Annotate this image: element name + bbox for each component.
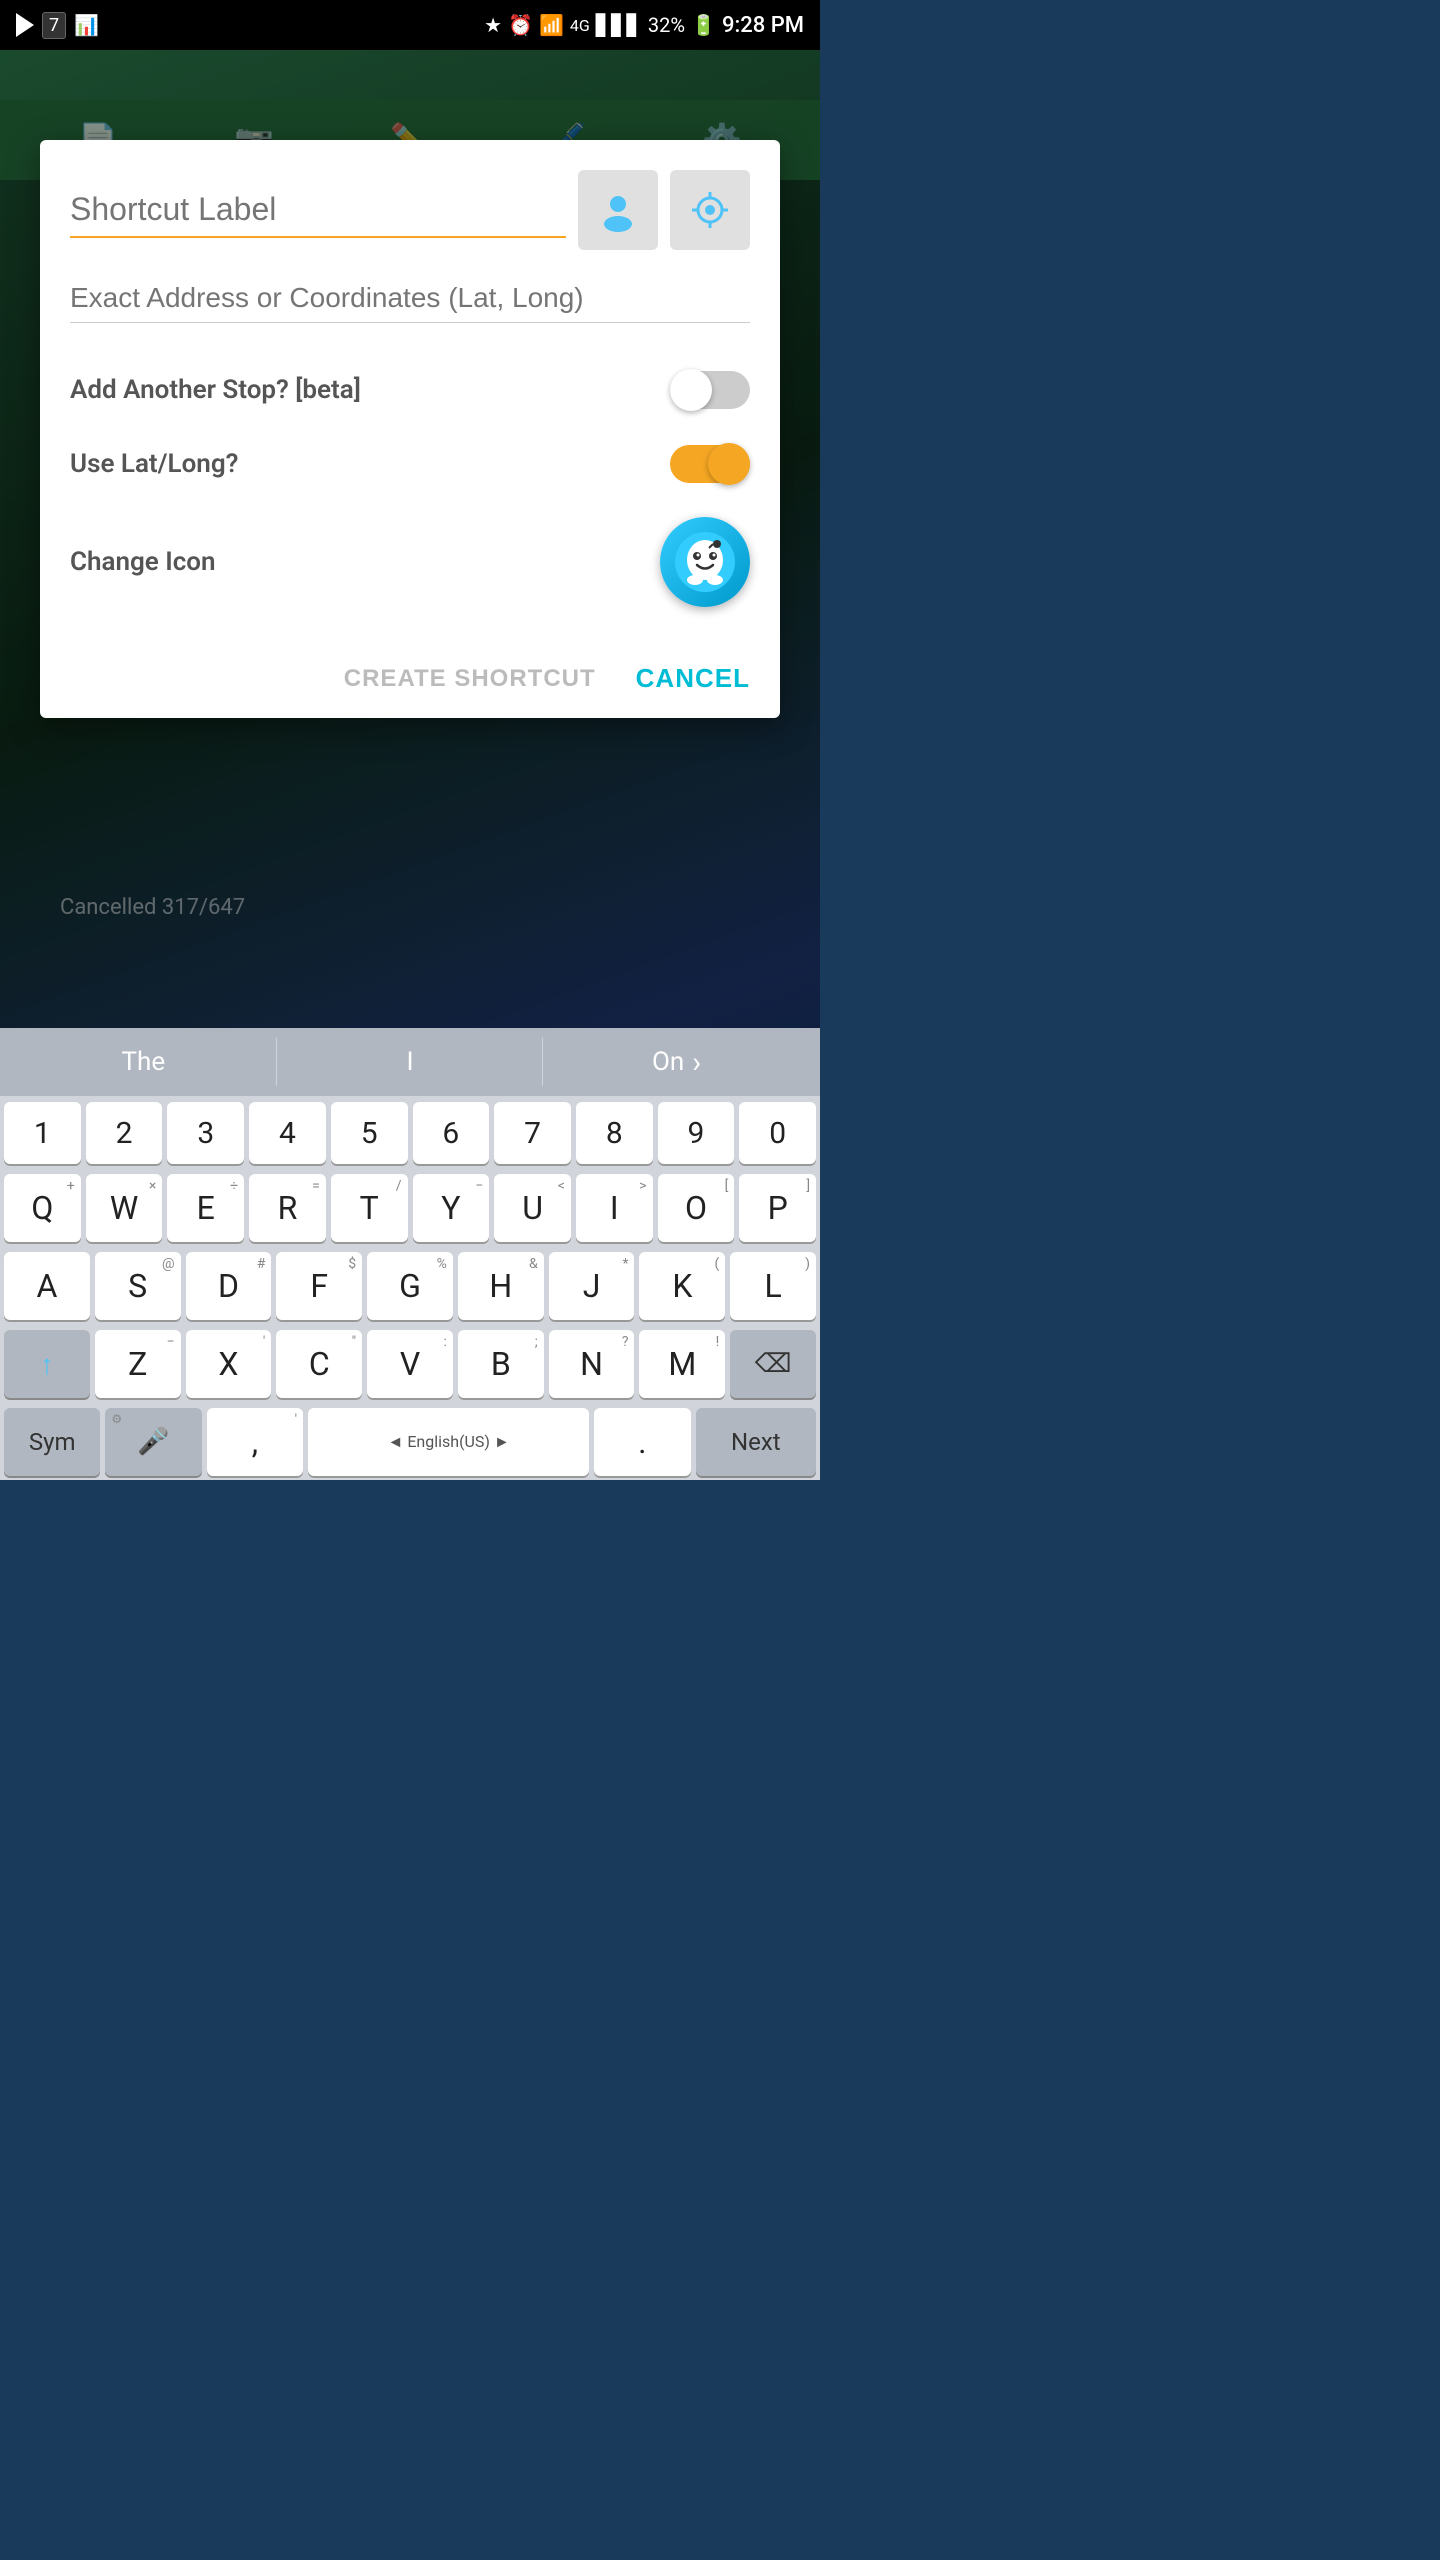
key-o[interactable]: [O <box>658 1174 735 1242</box>
bluetooth-icon: ★ <box>484 13 502 37</box>
play-icon <box>16 13 34 37</box>
number-row: 1 2 3 4 5 6 7 8 9 0 <box>0 1096 820 1168</box>
key-8[interactable]: 8 <box>576 1102 653 1164</box>
key-w[interactable]: ×W <box>86 1174 163 1242</box>
shift-key[interactable]: ↑ <box>4 1330 90 1398</box>
wifi-icon: 📶 <box>539 13 564 37</box>
suggestion-the[interactable]: The <box>10 1028 277 1096</box>
signal-icon: 📊 <box>74 13 99 37</box>
battery-level: 32% <box>648 13 685 37</box>
key-a[interactable]: A <box>4 1252 90 1320</box>
key-0[interactable]: 0 <box>739 1102 816 1164</box>
status-bar: 7 📊 ★ ⏰ 📶 4G ▋▋▋ 32% 🔋 9:28 PM <box>0 0 820 50</box>
asdf-row: A @S #D $F %G &H *J (K )L <box>0 1246 820 1324</box>
key-y[interactable]: −Y <box>413 1174 490 1242</box>
location-icon <box>688 188 732 232</box>
shortcut-label-container <box>70 183 566 238</box>
suggestion-chevron-icon: › <box>692 1045 701 1080</box>
key-m[interactable]: !M <box>639 1330 725 1398</box>
key-t[interactable]: /T <box>331 1174 408 1242</box>
sym-key[interactable]: Sym <box>4 1408 100 1476</box>
location-picker-button[interactable] <box>670 170 750 250</box>
status-left: 7 📊 <box>16 12 99 39</box>
badge-number: 7 <box>42 12 66 39</box>
key-h[interactable]: &H <box>458 1252 544 1320</box>
add-another-stop-toggle[interactable] <box>670 369 750 411</box>
waze-icon-button[interactable] <box>660 517 750 607</box>
backspace-key[interactable]: ⌫ <box>730 1330 816 1398</box>
zxcv-row: ↑ −Z 'X "C :V ;B ?N !M ⌫ <box>0 1324 820 1402</box>
use-lat-long-label: Use Lat/Long? <box>70 449 238 479</box>
key-i[interactable]: >I <box>576 1174 653 1242</box>
network-icon: 4G <box>570 16 590 35</box>
add-another-stop-row: Add Another Stop? [beta] <box>70 353 750 427</box>
key-p[interactable]: ]P <box>739 1174 816 1242</box>
key-1[interactable]: 1 <box>4 1102 81 1164</box>
waze-logo-icon <box>673 530 737 594</box>
key-v[interactable]: :V <box>367 1330 453 1398</box>
key-4[interactable]: 4 <box>249 1102 326 1164</box>
key-n[interactable]: ?N <box>549 1330 635 1398</box>
suggestion-i[interactable]: I <box>277 1028 544 1096</box>
key-e[interactable]: ÷E <box>167 1174 244 1242</box>
key-d[interactable]: #D <box>186 1252 272 1320</box>
use-lat-long-row: Use Lat/Long? <box>70 427 750 501</box>
alarm-icon: ⏰ <box>508 13 533 37</box>
status-right: ★ ⏰ 📶 4G ▋▋▋ 32% 🔋 9:28 PM <box>484 13 804 38</box>
key-u[interactable]: <U <box>494 1174 571 1242</box>
change-icon-label: Change Icon <box>70 547 216 577</box>
cancel-button[interactable]: CANCEL <box>636 663 750 694</box>
key-9[interactable]: 9 <box>658 1102 735 1164</box>
change-icon-row: Change Icon <box>70 501 750 623</box>
key-f[interactable]: $F <box>276 1252 362 1320</box>
key-l[interactable]: )L <box>730 1252 816 1320</box>
key-q[interactable]: +Q <box>4 1174 81 1242</box>
mic-key[interactable]: ⚙ 🎤 <box>105 1408 201 1476</box>
create-shortcut-button[interactable]: CREATE SHORTCUT <box>344 665 596 693</box>
contact-picker-button[interactable] <box>578 170 658 250</box>
key-s[interactable]: @S <box>95 1252 181 1320</box>
key-b[interactable]: ;B <box>458 1330 544 1398</box>
use-lat-long-thumb <box>708 443 750 485</box>
address-input-container <box>70 274 750 323</box>
suggestion-on[interactable]: On › <box>543 1028 810 1096</box>
shortcut-dialog: Add Another Stop? [beta] Use Lat/Long? C… <box>40 140 780 718</box>
key-7[interactable]: 7 <box>494 1102 571 1164</box>
time: 9:28 PM <box>722 13 804 38</box>
key-c[interactable]: "C <box>276 1330 362 1398</box>
key-k[interactable]: (K <box>639 1252 725 1320</box>
next-key[interactable]: Next <box>696 1408 816 1476</box>
contact-icon <box>596 188 640 232</box>
key-2[interactable]: 2 <box>86 1102 163 1164</box>
shortcut-label-input[interactable] <box>70 183 566 238</box>
space-key[interactable]: ◄ English(US) ► <box>308 1408 589 1476</box>
qwerty-row: +Q ×W ÷E =R /T −Y <U >I [O ]P <box>0 1168 820 1246</box>
key-j[interactable]: *J <box>549 1252 635 1320</box>
use-lat-long-toggle[interactable] <box>670 443 750 485</box>
battery-icon: 🔋 <box>691 13 716 37</box>
key-6[interactable]: 6 <box>413 1102 490 1164</box>
key-g[interactable]: %G <box>367 1252 453 1320</box>
address-input[interactable] <box>70 274 750 323</box>
bottom-row: Sym ⚙ 🎤 ' , ◄ English(US) ► . Next <box>0 1402 820 1480</box>
key-z[interactable]: −Z <box>95 1330 181 1398</box>
shortcut-label-row <box>70 170 750 250</box>
dot-key[interactable]: . <box>594 1408 690 1476</box>
add-another-stop-thumb <box>670 369 712 411</box>
comma-key[interactable]: ' , <box>207 1408 303 1476</box>
dialog-action-buttons: CREATE SHORTCUT CANCEL <box>70 653 750 694</box>
key-5[interactable]: 5 <box>331 1102 408 1164</box>
signal-bars-icon: ▋▋▋ <box>596 13 642 37</box>
keyboard: The I On › 1 2 3 4 5 6 7 8 9 0 +Q ×W ÷E … <box>0 1028 820 1480</box>
key-3[interactable]: 3 <box>167 1102 244 1164</box>
suggestion-bar: The I On › <box>0 1028 820 1096</box>
add-another-stop-label: Add Another Stop? [beta] <box>70 375 361 405</box>
key-x[interactable]: 'X <box>186 1330 272 1398</box>
key-r[interactable]: =R <box>249 1174 326 1242</box>
